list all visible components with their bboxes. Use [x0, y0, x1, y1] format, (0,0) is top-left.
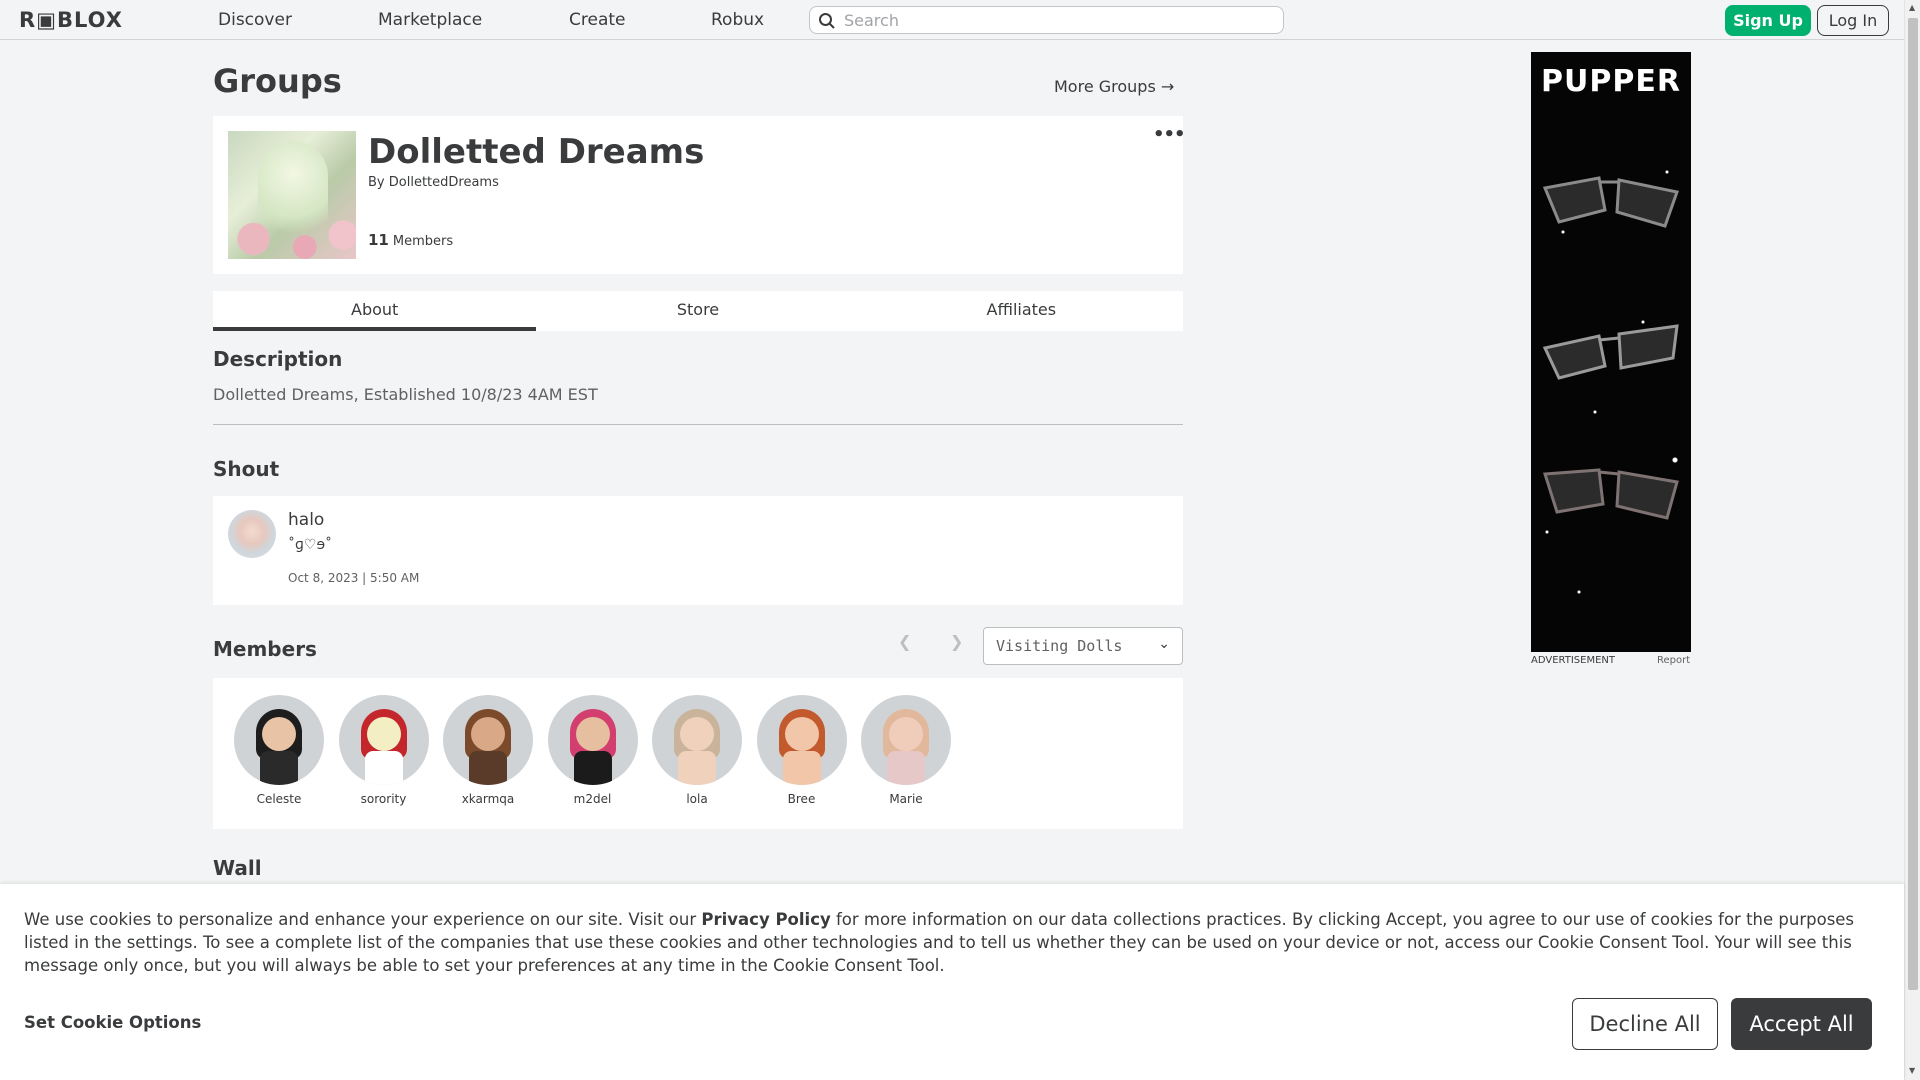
log-in-button[interactable]: Log In: [1817, 5, 1889, 36]
avatar-body: [469, 751, 507, 785]
avatar-body: [887, 751, 925, 785]
members-title: Members: [213, 637, 317, 661]
search-input[interactable]: [844, 9, 1274, 31]
roblox-logo[interactable]: R▣BLOX: [19, 8, 123, 32]
search-icon: [819, 13, 835, 29]
avatar-head: [889, 717, 923, 751]
sunglasses-image: [1542, 176, 1679, 228]
member-name[interactable]: sorority: [339, 792, 429, 806]
shout-date: Oct 8, 2023 | 5:50 AM: [288, 571, 420, 585]
member-avatar[interactable]: [443, 695, 533, 785]
owner-link[interactable]: DollettedDreams: [389, 175, 499, 190]
member-avatar[interactable]: [338, 695, 429, 785]
cookie-banner: We use cookies to personalize and enhanc…: [0, 884, 1904, 1080]
chevron-right-icon[interactable]: ❯: [950, 632, 963, 651]
role-dropdown[interactable]: Visiting Dolls ⌄: [983, 627, 1183, 665]
shout-card: halo ˚ɡ♡ɘ˚ Oct 8, 2023 | 5:50 AM: [213, 496, 1183, 605]
description-text: Dolletted Dreams, Established 10/8/23 4A…: [213, 385, 598, 404]
member-avatar[interactable]: [861, 695, 951, 785]
member-name[interactable]: Marie: [861, 792, 951, 806]
member-tile[interactable]: Marie: [861, 695, 951, 806]
more-options-icon[interactable]: •••: [1153, 124, 1186, 145]
group-owner: By DollettedDreams: [368, 175, 499, 190]
avatar-head: [262, 717, 296, 751]
member-name[interactable]: lola: [652, 792, 742, 806]
decline-all-button[interactable]: Decline All: [1572, 998, 1718, 1050]
member-name[interactable]: Bree: [757, 792, 847, 806]
member-tile[interactable]: sorority: [338, 695, 429, 806]
tab-about[interactable]: About: [213, 291, 537, 331]
member-tile[interactable]: lola: [652, 695, 742, 806]
sign-up-button[interactable]: Sign Up: [1725, 5, 1811, 36]
tab-affiliates[interactable]: Affiliates: [860, 291, 1183, 331]
page-title: Groups: [213, 62, 342, 100]
avatar-body: [364, 751, 403, 785]
page-scrollbar[interactable]: ▲ ▼: [1904, 0, 1920, 1080]
group-tabs: About Store Affiliates: [213, 291, 1183, 331]
ad-brand: PUPPER: [1541, 64, 1681, 99]
nav-robux[interactable]: Robux: [711, 10, 764, 30]
shout-avatar[interactable]: [228, 510, 276, 558]
role-selected: Visiting Dolls: [996, 637, 1123, 655]
search-box: [809, 6, 1284, 34]
divider: [213, 424, 1183, 425]
shout-body: ˚ɡ♡ɘ˚: [288, 537, 333, 553]
avatar-head: [784, 717, 819, 751]
member-name[interactable]: m2del: [548, 792, 638, 806]
group-header-card: Dolletted Dreams By DollettedDreams 11 Me…: [213, 116, 1186, 274]
ad-report-link[interactable]: Report: [1657, 655, 1690, 666]
nav-discover[interactable]: Discover: [218, 10, 292, 30]
scroll-thumb[interactable]: [1908, 18, 1918, 990]
sunglasses-image: [1542, 468, 1679, 520]
chevron-down-icon: ⌄: [1158, 636, 1170, 652]
scroll-up-icon[interactable]: ▲: [1909, 3, 1915, 12]
sunglasses-image: [1542, 324, 1679, 380]
cookie-text: We use cookies to personalize and enhanc…: [24, 908, 1884, 977]
scroll-down-icon[interactable]: ▼: [1909, 1066, 1915, 1075]
shout-username[interactable]: halo: [288, 510, 324, 530]
wall-title: Wall: [213, 856, 262, 880]
shout-title: Shout: [213, 457, 280, 481]
member-name[interactable]: Celeste: [234, 792, 324, 806]
top-nav: R▣BLOX Discover Marketplace Create Robux…: [0, 0, 1904, 40]
avatar-body: [678, 751, 716, 785]
chevron-left-icon[interactable]: ❮: [898, 632, 911, 651]
nav-marketplace[interactable]: Marketplace: [378, 10, 482, 30]
avatar-head: [471, 717, 505, 751]
emblem-roses: [228, 219, 356, 259]
member-count-value: 11: [368, 231, 389, 249]
member-avatar[interactable]: [234, 695, 324, 785]
more-groups-link[interactable]: More Groups →: [1054, 77, 1174, 96]
nav-create[interactable]: Create: [569, 10, 626, 30]
avatar-body: [573, 751, 612, 785]
set-cookie-options-link[interactable]: Set Cookie Options: [24, 1013, 201, 1032]
member-tile[interactable]: Celeste: [234, 695, 324, 806]
group-emblem: [228, 131, 356, 259]
member-tile[interactable]: Bree: [756, 695, 847, 806]
member-avatar[interactable]: [652, 695, 742, 785]
by-label: By: [368, 175, 385, 190]
avatar-head: [575, 717, 610, 751]
member-avatar[interactable]: [756, 695, 847, 785]
avatar-body: [260, 751, 298, 785]
group-name: Dolletted Dreams: [368, 132, 705, 172]
tab-store[interactable]: Store: [536, 291, 859, 331]
accept-all-button[interactable]: Accept All: [1731, 998, 1872, 1050]
cookie-text-before: We use cookies to personalize and enhanc…: [24, 910, 702, 929]
member-count: 11 Members: [368, 231, 453, 249]
member-avatar[interactable]: [547, 695, 638, 785]
member-name[interactable]: xkarmqa: [443, 792, 533, 806]
description-title: Description: [213, 347, 343, 371]
ad-label: ADVERTISEMENT: [1531, 655, 1616, 666]
advertisement-banner[interactable]: PUPPER: [1531, 52, 1691, 652]
member-tile[interactable]: m2del: [547, 695, 638, 806]
member-tile[interactable]: xkarmqa: [443, 695, 533, 806]
members-card: Celeste sorority xkarmqa m2del lola Bree Marie: [213, 678, 1183, 829]
privacy-policy-link[interactable]: Privacy Policy: [701, 910, 830, 929]
avatar-head: [680, 717, 714, 751]
avatar-body: [782, 751, 821, 785]
avatar-head: [366, 717, 401, 751]
member-count-label: Members: [392, 234, 454, 249]
